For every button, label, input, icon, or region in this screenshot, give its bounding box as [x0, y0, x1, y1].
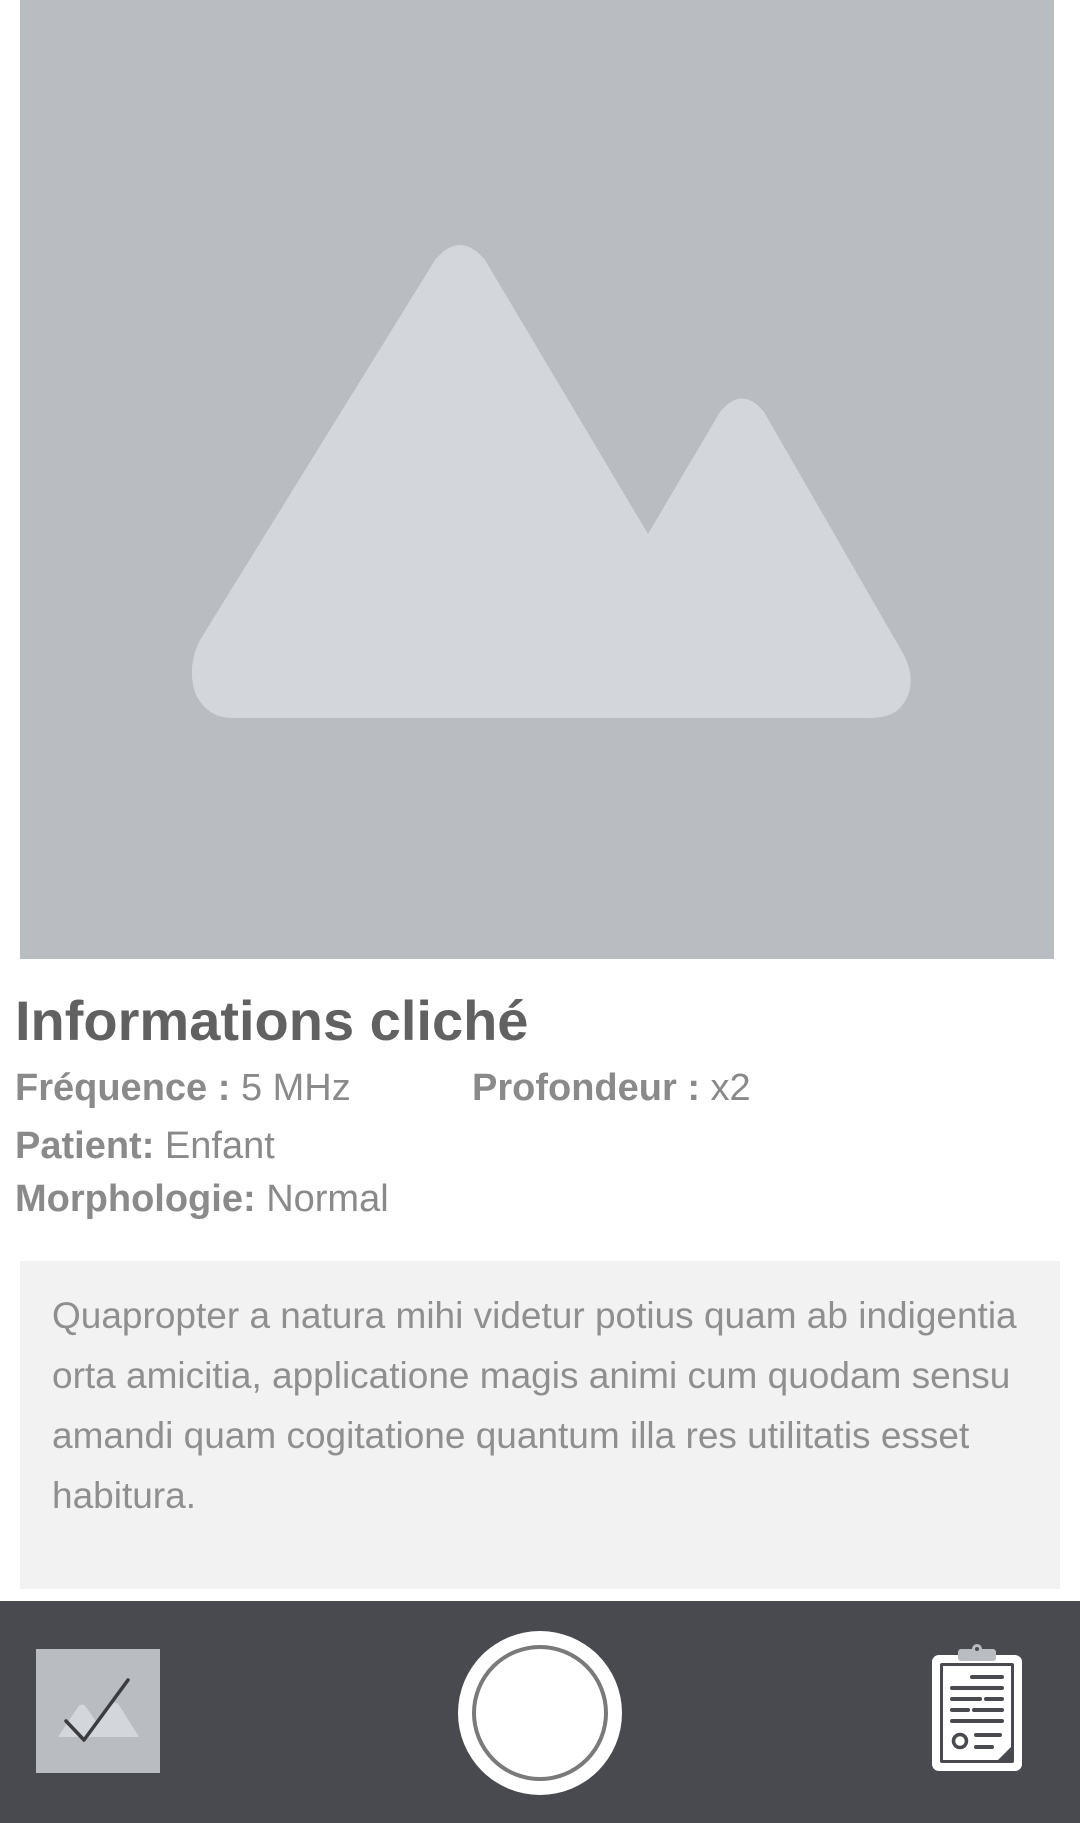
morphologie-label: Morphologie: [15, 1178, 256, 1220]
description-box: Quapropter a natura mihi videtur potius … [20, 1261, 1060, 1589]
description-text: Quapropter a natura mihi videtur potius … [52, 1295, 1017, 1516]
frequence-label: Fréquence : [15, 1067, 231, 1109]
bottom-toolbar [0, 1601, 1080, 1823]
profondeur-value: x2 [710, 1067, 751, 1109]
frequence-row: Fréquence : 5 MHz [15, 1064, 351, 1112]
frequence-value: 5 MHz [240, 1067, 351, 1109]
profondeur-row: Profondeur : x2 [472, 1064, 751, 1112]
profondeur-label: Profondeur : [472, 1067, 700, 1109]
info-title: Informations cliché [15, 989, 529, 1052]
patient-row: Patient: Enfant [15, 1122, 275, 1170]
capture-button[interactable] [458, 1631, 622, 1795]
shutter-icon [472, 1645, 608, 1781]
gallery-check-icon [58, 1678, 139, 1742]
patient-label: Patient: [15, 1125, 155, 1167]
patient-value: Enfant [164, 1125, 275, 1167]
morphologie-row: Morphologie: Normal [15, 1175, 389, 1223]
report-button[interactable] [928, 1643, 1028, 1777]
morphologie-value: Normal [266, 1178, 389, 1220]
gallery-button[interactable] [36, 1649, 160, 1773]
image-preview [20, 0, 1054, 959]
image-placeholder-icon [191, 245, 911, 718]
clipboard-report-icon [932, 1644, 1022, 1771]
